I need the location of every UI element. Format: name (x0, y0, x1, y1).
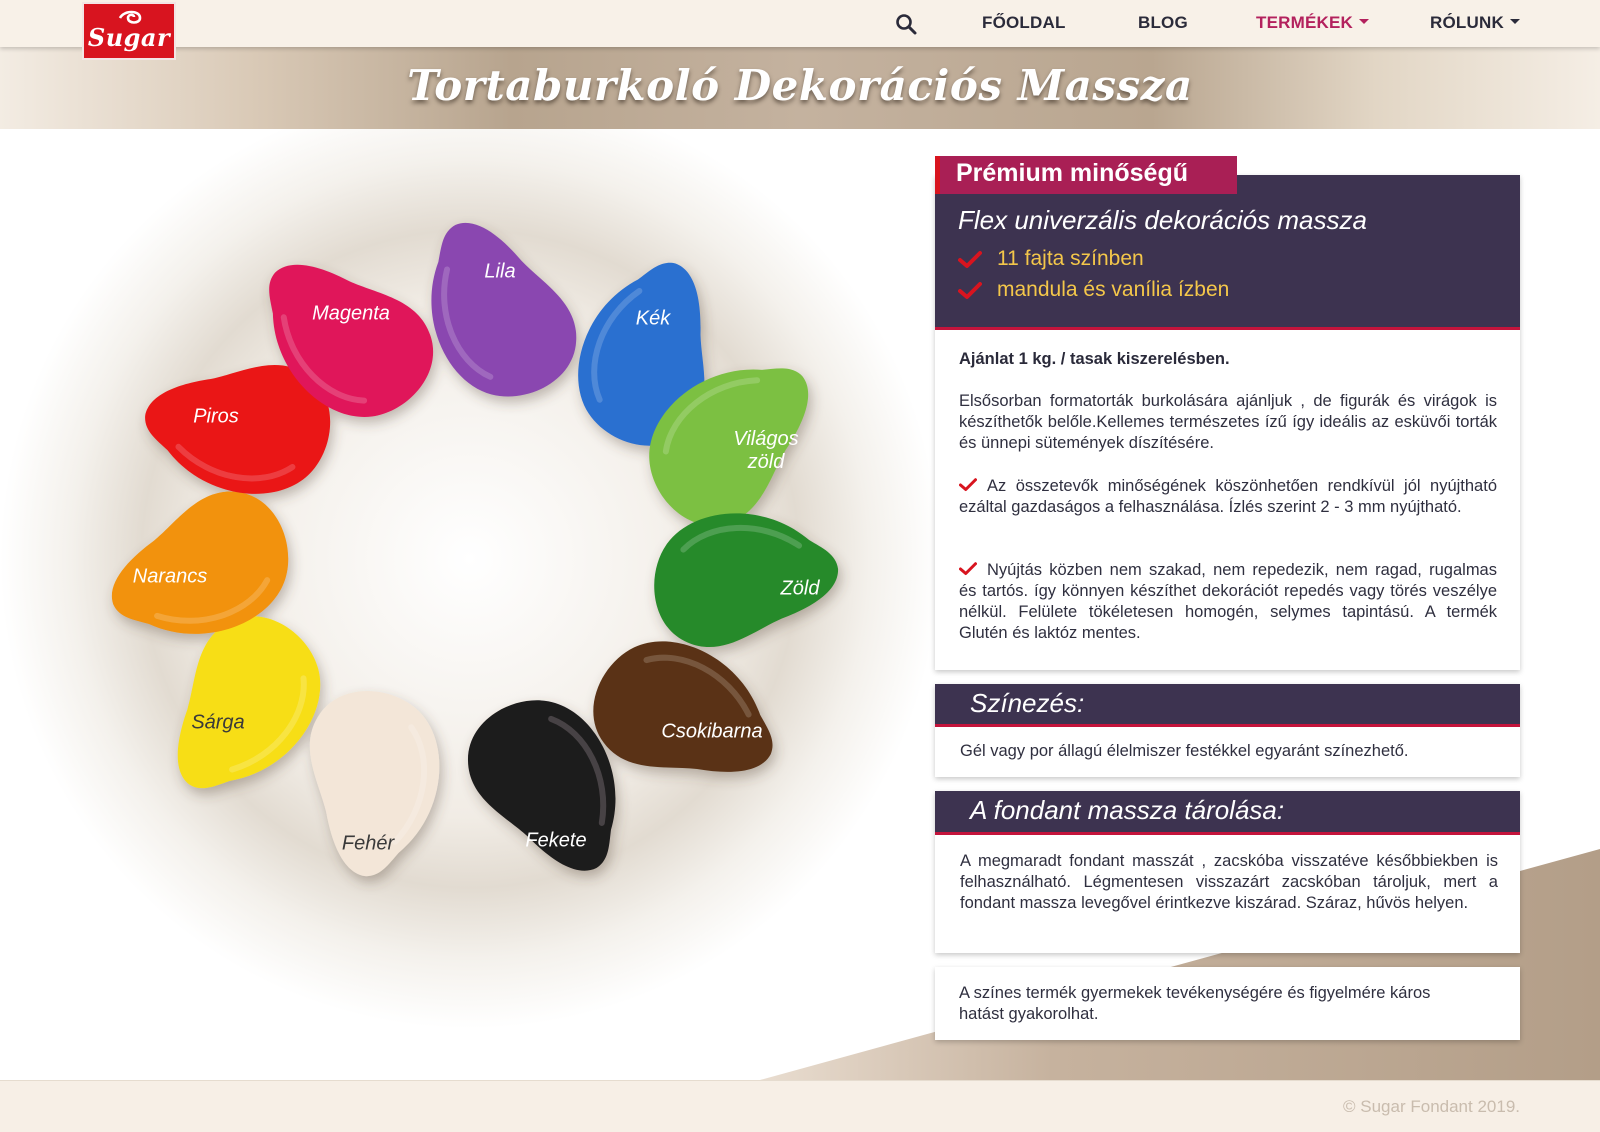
check-icon (959, 562, 977, 575)
nav-about[interactable]: RÓLUNK (1430, 13, 1520, 33)
color-label: Csokibarna (661, 720, 763, 743)
premium-tag: Prémium minőségű (935, 156, 1237, 194)
nav-products[interactable]: TERMÉKEK (1256, 13, 1369, 33)
feature-point: Az összetevők minőségének köszönhetően r… (959, 476, 1497, 518)
nav-blog[interactable]: BLOG (1138, 13, 1188, 33)
logo-text: Sugar (87, 22, 171, 52)
feature-point-text: Az összetevők minőségének köszönhetően r… (959, 477, 1497, 516)
color-label: Magenta (312, 302, 390, 325)
color-label: Narancs (132, 565, 208, 588)
color-label: Fekete (525, 829, 587, 852)
intro-text: Elsősorban formatorták burkolására ajánl… (959, 392, 1497, 452)
copyright-text: © Sugar Fondant 2019. (1343, 1097, 1520, 1116)
nav-products-label: TERMÉKEK (1256, 13, 1353, 32)
hero-banner: Tortaburkoló Dekorációs Massza (0, 47, 1600, 129)
coloring-text: Gél vagy por állagú élelmiszer festékkel… (960, 742, 1409, 760)
offer-text: Ajánlat 1 kg. / tasak kiszerelésben. (959, 350, 1230, 368)
brand-logo[interactable]: Sugar (82, 2, 176, 60)
check-icon (958, 282, 982, 299)
check-icon (958, 251, 982, 268)
color-label: Lila (484, 260, 516, 283)
feature-item: mandula és vanília ízben (997, 278, 1230, 301)
color-label: Zöld (780, 577, 820, 600)
warning-text: A színes termék gyermekek tevékenységére… (959, 984, 1431, 1023)
navbar: FŐOLDAL BLOG TERMÉKEK RÓLUNK (0, 0, 1600, 47)
storage-title: A fondant massza tárolása: (970, 795, 1285, 825)
feature-point: Nyújtás közben nem szakad, nem repedezik… (959, 560, 1497, 644)
nav-home[interactable]: FŐOLDAL (982, 13, 1066, 33)
chevron-down-icon (1359, 19, 1369, 25)
nav-about-label: RÓLUNK (1430, 13, 1504, 32)
color-blob (431, 223, 577, 397)
storage-text: A megmaradt fondant masszát , zacskóba v… (960, 852, 1498, 912)
color-label: Világos zöld (733, 428, 799, 473)
color-label: Piros (193, 405, 239, 428)
feature-item: 11 fajta színben (997, 247, 1144, 270)
search-icon[interactable] (894, 12, 918, 36)
footer: © Sugar Fondant 2019. (0, 1080, 1600, 1132)
feature-point-text: Nyújtás közben nem szakad, nem repedezik… (959, 561, 1497, 642)
coloring-title: Színezés: (970, 688, 1085, 718)
color-label: Kék (635, 307, 671, 330)
color-palette-image: Lila Kék Világos zöld Zöld Csokibarna Fekete Fe… (0, 129, 930, 1079)
page-title: Tortaburkoló Dekorációs Massza (407, 61, 1193, 110)
color-label: Fehér (341, 832, 395, 855)
color-label: Sárga (191, 711, 245, 734)
check-icon (959, 478, 977, 491)
chevron-down-icon (1509, 19, 1520, 25)
product-subtitle: Flex univerzális dekorációs massza (958, 205, 1367, 235)
